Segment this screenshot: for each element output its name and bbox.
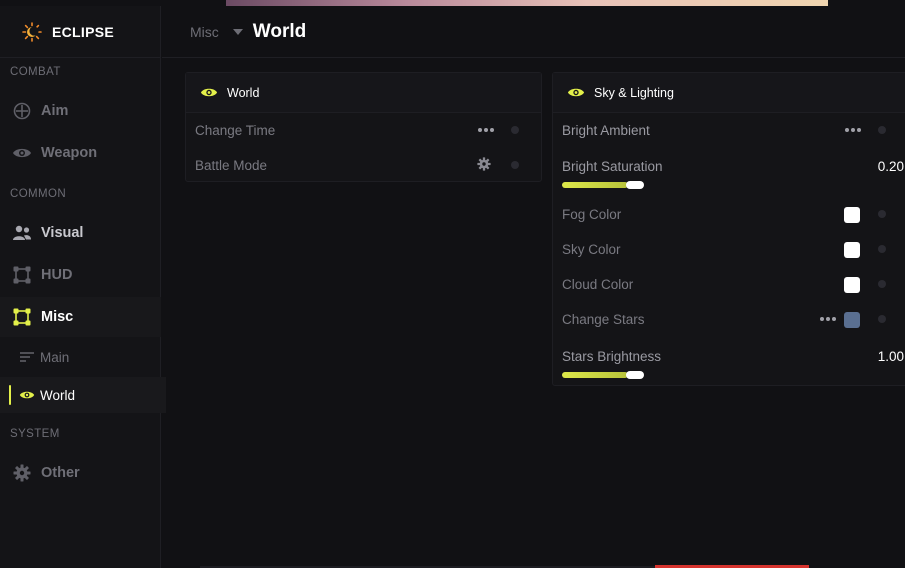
page-title: World xyxy=(252,20,307,42)
color-swatch[interactable] xyxy=(844,312,860,328)
caret-down-icon[interactable] xyxy=(232,28,243,35)
option-row-cloud-color[interactable]: Cloud Color xyxy=(553,267,905,302)
panel-sky-lighting: Sky & Lighting Bright Ambient Bright Sat… xyxy=(552,72,905,386)
panel-title: Sky & Lighting xyxy=(594,85,674,100)
option-row-battle-mode[interactable]: Battle Mode xyxy=(186,148,541,183)
sidebar-item-label: Misc xyxy=(41,309,74,325)
slider-fill xyxy=(562,182,628,188)
section-label-common: COMMON xyxy=(10,188,67,200)
eclipse-logo-icon xyxy=(22,21,42,42)
more-options-icon[interactable] xyxy=(845,128,861,132)
option-label: Bright Saturation xyxy=(562,159,663,174)
toggle-switch[interactable] xyxy=(511,161,519,169)
toggle-switch[interactable] xyxy=(878,245,886,253)
eye-icon xyxy=(567,84,585,102)
sidebar-item-label: Visual xyxy=(41,225,84,241)
breadcrumb[interactable]: Misc xyxy=(190,24,219,40)
sidebar: ECLIPSE COMBAT Aim Weapon COMMON Visual … xyxy=(0,6,166,568)
sidebar-item-label: Other xyxy=(41,465,80,481)
slider-handle[interactable] xyxy=(626,371,644,379)
slider-value: 0.20 xyxy=(877,159,904,174)
sidebar-item-aim[interactable]: Aim xyxy=(0,91,161,131)
sidebar-subitem-world[interactable]: World xyxy=(0,377,166,413)
brand: ECLIPSE xyxy=(0,6,160,58)
active-indicator xyxy=(9,385,11,405)
brand-name: ECLIPSE xyxy=(52,23,115,40)
slider-handle[interactable] xyxy=(626,181,644,189)
option-row-change-stars[interactable]: Change Stars xyxy=(553,302,905,337)
option-label: Stars Brightness xyxy=(562,349,662,364)
lines-icon xyxy=(18,348,36,366)
color-swatch[interactable] xyxy=(844,277,860,293)
sidebar-subitem-label: Main xyxy=(40,349,70,365)
toggle-switch[interactable] xyxy=(878,280,886,288)
slider-fill xyxy=(562,372,628,378)
option-row-sky-color[interactable]: Sky Color xyxy=(553,232,905,267)
crosshair-icon xyxy=(12,101,32,121)
section-label-system: SYSTEM xyxy=(10,428,60,440)
toggle-switch[interactable] xyxy=(878,315,886,323)
sidebar-item-label: Aim xyxy=(41,103,69,119)
gear-icon xyxy=(12,463,32,483)
panel-header: Sky & Lighting xyxy=(553,73,905,113)
more-options-icon[interactable] xyxy=(478,128,494,132)
option-row-fog-color[interactable]: Fog Color xyxy=(553,197,905,232)
section-label-combat: COMBAT xyxy=(10,66,61,78)
sidebar-item-misc[interactable]: Misc xyxy=(0,297,161,337)
more-options-icon[interactable] xyxy=(820,317,836,321)
option-row-change-time[interactable]: Change Time xyxy=(186,113,541,148)
nodes-icon xyxy=(12,307,32,327)
sidebar-item-label: Weapon xyxy=(41,145,98,161)
panel-world: World Change Time Battle Mode xyxy=(185,72,542,182)
option-row-bright-saturation: Bright Saturation 0.20 xyxy=(553,149,905,185)
option-row-stars-brightness: Stars Brightness 1.00 xyxy=(553,339,905,375)
page-header: Misc World xyxy=(162,6,905,58)
option-row-bright-ambient[interactable]: Bright Ambient xyxy=(553,113,905,148)
users-icon xyxy=(12,223,32,243)
nodes-icon xyxy=(12,265,32,285)
eye-icon xyxy=(12,143,32,163)
toggle-switch[interactable] xyxy=(878,126,886,134)
gear-icon[interactable] xyxy=(477,157,491,174)
sidebar-item-weapon[interactable]: Weapon xyxy=(0,133,161,173)
sidebar-item-label: HUD xyxy=(41,267,73,283)
sidebar-item-other[interactable]: Other xyxy=(0,453,161,493)
color-swatch[interactable] xyxy=(844,242,860,258)
eye-icon xyxy=(200,84,218,102)
panel-title: World xyxy=(227,85,260,100)
toggle-switch[interactable] xyxy=(511,126,519,134)
bright-saturation-slider[interactable] xyxy=(562,181,644,189)
sidebar-subitem-main[interactable]: Main xyxy=(0,339,166,375)
sidebar-item-visual[interactable]: Visual xyxy=(0,213,161,253)
sidebar-subitem-label: World xyxy=(40,387,76,403)
toggle-switch[interactable] xyxy=(878,210,886,218)
eye-icon xyxy=(18,386,36,404)
panel-header: World xyxy=(186,73,541,113)
slider-value: 1.00 xyxy=(877,349,904,364)
stars-brightness-slider[interactable] xyxy=(562,371,644,379)
sidebar-item-hud[interactable]: HUD xyxy=(0,255,161,295)
color-swatch[interactable] xyxy=(844,207,860,223)
